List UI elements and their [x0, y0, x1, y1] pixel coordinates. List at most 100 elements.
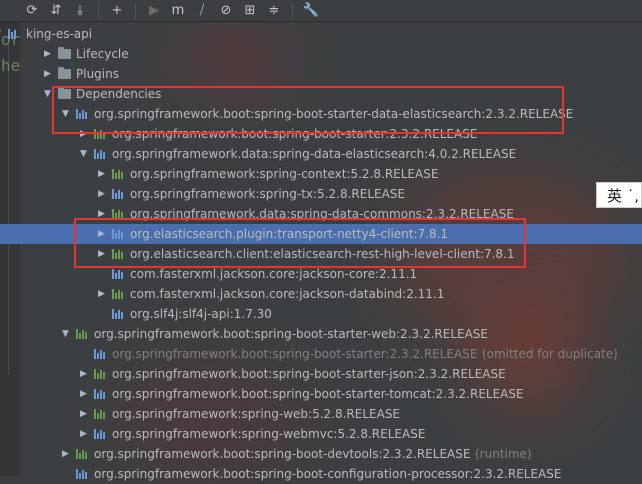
dependency-library-icon	[76, 449, 90, 459]
tree-row[interactable]: ▶ org.elasticsearch.client:elasticsearch-…	[0, 244, 642, 264]
tree-row-label: Lifecycle	[76, 47, 129, 61]
maven-dependency-tree: ▼ king-es-api ▶ Lifecycle ▶ Plugins ▼ Dependenc…	[0, 24, 642, 484]
refresh-icon[interactable]: ⟳	[22, 1, 42, 21]
show-dependencies-icon[interactable]: ⊞	[240, 1, 260, 21]
collapse-arrow-icon[interactable]: ▶	[62, 444, 72, 464]
tree-row[interactable]: ▶ org.springframework.boot:spring-boot-st…	[0, 384, 642, 404]
tree-row[interactable]: org.springframework.boot:spring-boot-con…	[0, 464, 642, 484]
expand-arrow-icon[interactable]: ▼	[62, 104, 72, 124]
folder-icon	[58, 47, 72, 59]
dependency-library-icon	[94, 149, 108, 159]
dependency-library-icon	[94, 369, 108, 379]
expand-arrow-icon[interactable]: ▼	[0, 24, 4, 44]
expand-arrow-icon[interactable]: ▼	[80, 144, 90, 164]
tree-row[interactable]: org.slf4j:slf4j-api:1.7.30	[0, 304, 642, 324]
tree-row[interactable]: ▶ org.springframework:spring-context:5.2.…	[0, 164, 642, 184]
tree-row-label: Plugins	[76, 67, 119, 81]
collapse-arrow-icon[interactable]: ▶	[98, 284, 108, 304]
dependency-library-icon	[112, 309, 126, 319]
tree-row-label: org.springframework:spring-tx:5.2.8.RELE…	[130, 187, 406, 201]
tree-row-label: org.springframework.boot:spring-boot-dev…	[94, 447, 471, 461]
tree-row-label: org.springframework.boot:spring-boot-sta…	[112, 127, 478, 141]
tree-row-label: org.springframework.boot:spring-boot-sta…	[112, 347, 478, 361]
tree-row[interactable]: ▶ org.springframework:spring-tx:5.2.8.REL…	[0, 184, 642, 204]
maven-project-icon	[8, 29, 22, 39]
collapse-all-icon[interactable]: ≑	[264, 1, 284, 21]
dependency-library-icon	[94, 429, 108, 439]
dependency-library-icon	[94, 129, 108, 139]
tree-row-label: org.springframework.boot:spring-boot-sta…	[112, 367, 506, 381]
toolbar-separator	[98, 2, 99, 19]
collapse-arrow-icon[interactable]: ▶	[44, 44, 54, 64]
dependency-library-icon	[76, 469, 90, 479]
tree-row-label: org.springframework.boot:spring-boot-sta…	[94, 327, 488, 341]
tree-row-label: org.springframework.boot:spring-boot-con…	[94, 467, 562, 481]
tree-row[interactable]: ▶ org.springframework.data:spring-data-co…	[0, 204, 642, 224]
tree-row-label: com.fasterxml.jackson.core:jackson-core:…	[130, 267, 418, 281]
dependency-library-icon	[112, 169, 126, 179]
tree-row[interactable]: ▼ org.springframework.boot:spring-boot-st…	[0, 104, 642, 124]
expand-arrow-icon[interactable]: ▼	[44, 84, 54, 104]
dependency-library-icon	[94, 409, 108, 419]
collapse-arrow-icon[interactable]: ▶	[98, 184, 108, 204]
collapse-arrow-icon[interactable]: ▶	[98, 224, 108, 244]
tree-row-label: com.fasterxml.jackson.core:jackson-datab…	[130, 287, 445, 301]
tree-row[interactable]: ▼ Dependencies	[0, 84, 642, 104]
reimport-icon[interactable]: ⇵	[46, 1, 66, 21]
settings-wrench-icon[interactable]: 🔧	[301, 1, 321, 21]
collapse-arrow-icon[interactable]: ▶	[98, 204, 108, 224]
tree-row[interactable]: com.fasterxml.jackson.core:jackson-core:…	[0, 264, 642, 284]
tree-row-label: Dependencies	[76, 87, 162, 101]
tree-root-project[interactable]: ▼ king-es-api	[0, 24, 642, 44]
maven-goal-icon[interactable]: m	[168, 1, 188, 21]
collapse-arrow-icon[interactable]: ▶	[80, 384, 90, 404]
dependency-library-icon	[76, 329, 90, 339]
tree-row[interactable]: org.springframework.boot:spring-boot-sta…	[0, 344, 642, 364]
tree-row[interactable]: ▶ com.fasterxml.jackson.core:jackson-data…	[0, 284, 642, 304]
tree-row-suffix: (omitted for duplicate)	[482, 347, 618, 361]
download-icon[interactable]: ⤓	[70, 1, 90, 21]
tree-row[interactable]: ▶ org.springframework:spring-web:5.2.8.RE…	[0, 404, 642, 424]
tree-row-label: org.springframework:spring-web:5.2.8.REL…	[112, 407, 401, 421]
tree-row-label: org.elasticsearch.client:elasticsearch-r…	[130, 247, 515, 261]
toolbar-separator	[135, 2, 136, 19]
dependency-library-icon	[76, 109, 90, 119]
tree-row[interactable]: ▶ org.elasticsearch.plugin:transport-nett…	[0, 224, 642, 244]
dependency-library-icon	[94, 349, 108, 359]
tree-row-suffix: (runtime)	[475, 447, 532, 461]
tree-row-label: org.slf4j:slf4j-api:1.7.30	[130, 307, 272, 321]
tree-row-label: org.springframework:spring-context:5.2.8…	[130, 167, 439, 181]
dependency-library-icon	[112, 209, 126, 219]
dependency-library-icon	[112, 189, 126, 199]
run-icon: ▶	[149, 3, 159, 18]
folder-icon	[58, 67, 72, 79]
tree-row[interactable]: ▶ Plugins	[0, 64, 642, 84]
collapse-arrow-icon[interactable]: ▶	[98, 244, 108, 264]
tree-row[interactable]: ▼ org.springframework.boot:spring-boot-st…	[0, 324, 642, 344]
tree-row[interactable]: ▶ org.springframework.boot:spring-boot-de…	[0, 444, 642, 464]
tree-row-label: org.springframework.data:spring-data-com…	[130, 207, 514, 221]
collapse-arrow-icon[interactable]: ▶	[80, 404, 90, 424]
tree-row[interactable]: ▶ org.springframework:spring-webmvc:5.2.8…	[0, 424, 642, 444]
tree-row[interactable]: ▼ org.springframework.data:spring-data-el…	[0, 144, 642, 164]
toggle-offline-icon[interactable]: ⧸	[192, 1, 212, 21]
tree-row[interactable]: ▶ Lifecycle	[0, 44, 642, 64]
collapse-arrow-icon[interactable]: ▶	[80, 364, 90, 384]
folder-icon	[58, 87, 72, 99]
collapse-arrow-icon[interactable]: ▶	[98, 164, 108, 184]
tree-row-label: king-es-api	[26, 27, 93, 41]
expand-arrow-icon[interactable]: ▼	[62, 324, 72, 344]
dependency-library-icon	[94, 389, 108, 399]
collapse-arrow-icon[interactable]: ▶	[80, 424, 90, 444]
collapse-arrow-icon[interactable]: ▶	[44, 64, 54, 84]
ime-language-indicator[interactable]: 英 ˙,	[596, 182, 642, 208]
tree-row[interactable]: ▶ org.springframework.boot:spring-boot-st…	[0, 364, 642, 384]
dependency-library-icon	[112, 249, 126, 259]
dependency-library-icon	[112, 269, 126, 279]
skip-tests-icon[interactable]: ⊘	[216, 1, 236, 21]
tree-row[interactable]: ▶ org.springframework.boot:spring-boot-st…	[0, 124, 642, 144]
tree-row-label: org.elasticsearch.plugin:transport-netty…	[130, 227, 449, 241]
add-icon[interactable]: +	[107, 1, 127, 21]
collapse-arrow-icon[interactable]: ▶	[80, 124, 90, 144]
tree-row-label: org.springframework.boot:spring-boot-sta…	[112, 387, 524, 401]
